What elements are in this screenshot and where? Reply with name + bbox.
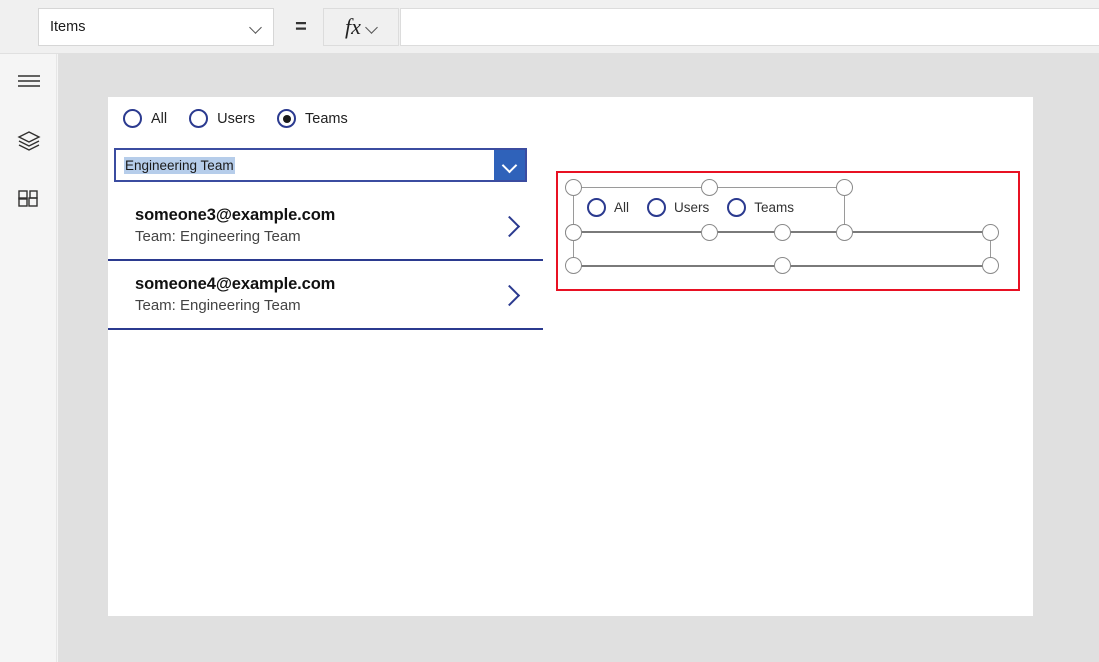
radio-option-all[interactable]: All bbox=[587, 198, 629, 217]
rail-item-menu[interactable] bbox=[12, 67, 45, 100]
chevron-down-icon bbox=[503, 159, 516, 172]
gallery-row-subtitle: Team: Engineering Team bbox=[135, 228, 301, 245]
combobox-selected-text: Engineering Team bbox=[124, 156, 235, 174]
radio-option-users[interactable]: Users bbox=[189, 109, 255, 128]
radio-label: All bbox=[151, 110, 168, 127]
radio-circle-icon-selected bbox=[277, 109, 296, 128]
resize-handle-outer-bottom-left[interactable] bbox=[565, 257, 582, 274]
gallery-row-title: someone3@example.com bbox=[135, 206, 336, 224]
equals-sign: = bbox=[295, 15, 307, 38]
canvas-area[interactable]: All Users Teams Engineering Team someone… bbox=[58, 54, 1099, 662]
radio-option-users[interactable]: Users bbox=[647, 198, 709, 217]
resize-handle-inner-top-left[interactable] bbox=[565, 179, 582, 196]
results-gallery[interactable]: someone3@example.com Team: Engineering T… bbox=[108, 192, 543, 330]
rail-item-tree-view[interactable] bbox=[12, 127, 45, 160]
radio-label: All bbox=[614, 200, 630, 215]
hamburger-menu-icon bbox=[17, 73, 41, 94]
radio-option-all[interactable]: All bbox=[123, 109, 167, 128]
selected-control-radio-group[interactable]: All Users Teams bbox=[587, 198, 812, 217]
resize-handle-inner-top-center[interactable] bbox=[701, 179, 718, 196]
property-selector-label: Items bbox=[50, 19, 86, 35]
layers-icon bbox=[16, 130, 41, 157]
radio-label: Teams bbox=[305, 110, 348, 127]
radio-label: Users bbox=[674, 200, 710, 215]
resize-handle-inner-middle-center[interactable] bbox=[701, 224, 718, 241]
grid-insert-icon bbox=[17, 190, 40, 217]
radio-circle-icon bbox=[727, 198, 747, 217]
formula-bar: Items = fx bbox=[0, 0, 1099, 54]
gallery-row-title: someone4@example.com bbox=[135, 275, 336, 293]
fx-icon: fx bbox=[345, 14, 361, 39]
chevron-right-icon[interactable] bbox=[493, 278, 527, 312]
left-rail bbox=[0, 54, 57, 662]
resize-handle-inner-middle-right[interactable] bbox=[836, 224, 853, 241]
gallery-row-text: someone4@example.com Team: Engineering T… bbox=[135, 275, 493, 314]
chevron-down-icon bbox=[363, 18, 377, 36]
radio-label: Users bbox=[217, 110, 255, 127]
filter-radio-group[interactable]: All Users Teams bbox=[123, 109, 370, 128]
chevron-down-icon bbox=[247, 18, 265, 36]
team-combobox[interactable]: Engineering Team bbox=[114, 148, 527, 182]
resize-handle-outer-bottom-center[interactable] bbox=[774, 257, 791, 274]
property-selector[interactable]: Items bbox=[38, 8, 274, 46]
rail-item-insert[interactable] bbox=[12, 187, 45, 220]
fx-button[interactable]: fx bbox=[323, 8, 399, 46]
formula-input[interactable] bbox=[400, 8, 1099, 46]
resize-handle-outer-bottom-right[interactable] bbox=[982, 257, 999, 274]
radio-option-teams[interactable]: Teams bbox=[277, 109, 348, 128]
gallery-row-text: someone3@example.com Team: Engineering T… bbox=[135, 206, 493, 245]
radio-circle-icon bbox=[647, 198, 667, 217]
table-row[interactable]: someone3@example.com Team: Engineering T… bbox=[108, 192, 543, 261]
radio-option-teams[interactable]: Teams bbox=[727, 198, 794, 217]
chevron-right-icon[interactable] bbox=[493, 209, 527, 243]
radio-label: Teams bbox=[754, 200, 795, 215]
table-row[interactable]: someone4@example.com Team: Engineering T… bbox=[108, 261, 543, 330]
resize-handle-outer-middle-right[interactable] bbox=[982, 224, 999, 241]
radio-circle-icon bbox=[189, 109, 209, 128]
radio-circle-icon bbox=[123, 109, 142, 128]
resize-handle-outer-middle-left[interactable] bbox=[565, 224, 582, 241]
gallery-row-subtitle: Team: Engineering Team bbox=[135, 297, 301, 314]
combobox-toggle-button[interactable] bbox=[494, 150, 525, 180]
resize-handle-outer-middle-center[interactable] bbox=[774, 224, 791, 241]
combobox-value[interactable]: Engineering Team bbox=[116, 150, 494, 180]
radio-circle-icon bbox=[587, 198, 606, 217]
resize-handle-inner-top-right[interactable] bbox=[836, 179, 853, 196]
